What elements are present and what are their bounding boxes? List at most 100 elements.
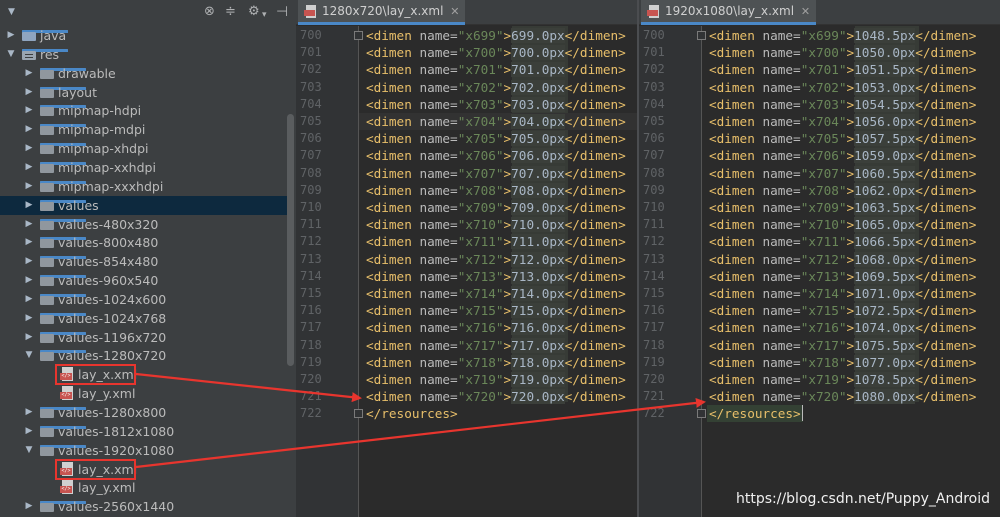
tree-folder-item[interactable]: ▶ layout [0, 83, 294, 102]
code-line: <dimen name="x720">1080.0px</dimen> [709, 389, 977, 405]
line-number: 700 [300, 28, 322, 42]
gear-icon[interactable]: ⚙ [248, 4, 260, 20]
expand-arrow-icon[interactable]: ▼ [5, 45, 17, 64]
folder-icon [40, 293, 86, 305]
code-line: <dimen name="x706">706.0px</dimen> [366, 148, 626, 164]
folder-icon [40, 312, 86, 324]
line-number: 714 [300, 268, 322, 283]
expand-arrow-icon[interactable]: ▼ [23, 346, 35, 365]
tree-folder-item[interactable]: ▼ values-1280x720 [0, 346, 294, 365]
code-line: <dimen name="x704">704.0px</dimen> [366, 114, 626, 129]
tree-folder-item[interactable]: ▼ values-1920x1080 [0, 441, 294, 460]
code-line: <dimen name="x708">1062.0px</dimen> [709, 182, 977, 198]
editor-right-tabbar: 1920x1080\lay_x.xml ✕ [639, 0, 1000, 25]
folder-icon [40, 350, 86, 362]
tree-scrollbar[interactable] [287, 114, 294, 366]
expand-arrow-icon[interactable]: ▼ [23, 441, 35, 460]
view-dropdown-icon[interactable]: ▼ [8, 7, 15, 17]
collapse-arrow-icon[interactable]: ▶ [23, 215, 35, 234]
collapse-arrow-icon[interactable]: ▶ [23, 252, 35, 271]
tree-folder-item[interactable]: ▶ values-1280x800 [0, 403, 294, 422]
xml-file-icon [647, 5, 660, 19]
code-line: <dimen name="x719">1078.5px</dimen> [709, 372, 977, 387]
tree-folder-item[interactable]: ▶ values-1024x600 [0, 290, 294, 309]
locate-icon[interactable]: ⊗ [204, 4, 215, 20]
line-number: 719 [643, 354, 665, 369]
collapse-arrow-icon[interactable]: ▶ [23, 422, 35, 441]
collapse-arrow-icon[interactable]: ▶ [23, 64, 35, 83]
tree-folder-item[interactable]: ▶ drawable [0, 64, 294, 83]
code-line: <dimen name="x712">712.0px</dimen> [366, 251, 626, 267]
collapse-arrow-icon[interactable]: ▶ [23, 196, 35, 215]
tree-folder-item[interactable]: ▶ mipmap-mdpi [0, 120, 294, 139]
tree-folder-item[interactable]: ▶ mipmap-hdpi [0, 101, 294, 120]
code-line: <dimen name="x709">1063.5px</dimen> [709, 200, 977, 215]
collapse-arrow-icon[interactable]: ▶ [23, 120, 35, 139]
collapse-arrow-icon[interactable]: ▶ [23, 233, 35, 252]
collapse-arrow-icon[interactable]: ▶ [23, 101, 35, 120]
collapse-arrow-icon[interactable]: ▶ [23, 328, 35, 347]
tree-folder-item[interactable]: ▶ values-480x320 [0, 215, 294, 234]
fold-marker-icon[interactable] [697, 409, 706, 419]
tree-file-item[interactable]: </> lay_x.xml [0, 364, 294, 386]
code-line: <dimen name="x699">699.0px</dimen> [366, 28, 626, 43]
code-line: <dimen name="x714">1071.0px</dimen> [709, 286, 977, 301]
tree-folder-item[interactable]: ▶ values-854x480 [0, 252, 294, 271]
code-line: <dimen name="x717">1075.5px</dimen> [709, 337, 977, 353]
close-icon[interactable]: ✕ [801, 0, 810, 23]
tree-item-label: layout [58, 84, 98, 100]
gear-dropdown-icon[interactable]: ▾ [262, 7, 267, 23]
tree-folder-item[interactable]: ▶ java [0, 26, 294, 45]
fold-marker-icon[interactable] [354, 31, 363, 40]
tree-folder-item[interactable]: ▶ values-2560x1440 [0, 497, 294, 516]
tree-folder-item[interactable]: ▶ mipmap-xhdpi [0, 139, 294, 158]
collapse-arrow-icon[interactable]: ▶ [5, 26, 17, 45]
code-line: <dimen name="x712">1068.0px</dimen> [709, 251, 977, 267]
code-line: <dimen name="x707">1060.5px</dimen> [709, 165, 977, 181]
tree-folder-item[interactable]: ▶ values-960x540 [0, 271, 294, 290]
collapse-arrow-icon[interactable]: ▶ [23, 177, 35, 196]
line-number: 721 [300, 389, 322, 404]
close-icon[interactable]: ✕ [450, 0, 459, 23]
line-number: 701 [643, 45, 665, 60]
line-number: 708 [300, 165, 322, 180]
collapse-arrow-icon[interactable]: ▶ [23, 158, 35, 177]
tree-folder-item[interactable]: ▶ values [0, 195, 294, 215]
collapse-arrow-icon[interactable]: ▶ [23, 139, 35, 158]
tree-folder-item[interactable]: ▶ mipmap-xxhdpi [0, 158, 294, 177]
line-number: 720 [643, 372, 665, 386]
tree-folder-item[interactable]: ▶ values-1196x720 [0, 328, 294, 347]
code-line: <dimen name="x702">1053.0px</dimen> [709, 79, 977, 95]
line-number: 717 [300, 320, 322, 335]
code-line: <dimen name="x720">720.0px</dimen> [366, 389, 626, 405]
folder-icon [40, 161, 86, 173]
line-number: 702 [300, 62, 322, 77]
tree-folder-item[interactable]: ▶ values-1024x768 [0, 309, 294, 328]
tree-folder-item[interactable]: ▶ values-800x480 [0, 233, 294, 252]
tree-file-item[interactable]: </> lay_y.xml [0, 478, 294, 497]
collapse-arrow-icon[interactable]: ▶ [23, 83, 35, 102]
highlight-box [55, 458, 136, 480]
tree-item-label: values-1196x720 [58, 329, 167, 345]
collapse-all-icon[interactable]: ≑ [225, 4, 236, 20]
line-number: 712 [643, 234, 665, 249]
hide-panel-icon[interactable]: ⊣ [276, 4, 288, 20]
collapse-arrow-icon[interactable]: ▶ [23, 309, 35, 328]
line-number: 722 [300, 406, 322, 421]
tree-folder-item[interactable]: ▼ res [0, 45, 294, 64]
line-number: 722 [643, 406, 665, 421]
tree-folder-item[interactable]: ▶ values-1812x1080 [0, 422, 294, 441]
tab-1920x1080-lay-x[interactable]: 1920x1080\lay_x.xml ✕ [641, 0, 817, 25]
tab-1280x720-lay-x[interactable]: 1280x720\lay_x.xml ✕ [298, 0, 466, 25]
tree-file-item[interactable]: </> lay_y.xml [0, 384, 294, 403]
tree-file-item[interactable]: </> lay_x.xml [0, 458, 294, 480]
fold-marker-icon[interactable] [697, 31, 706, 40]
collapse-arrow-icon[interactable]: ▶ [23, 290, 35, 309]
collapse-arrow-icon[interactable]: ▶ [23, 497, 35, 516]
collapse-arrow-icon[interactable]: ▶ [23, 403, 35, 422]
tree-folder-item[interactable]: ▶ mipmap-xxxhdpi [0, 177, 294, 196]
fold-marker-icon[interactable] [354, 409, 363, 419]
line-number: 702 [643, 62, 665, 77]
collapse-arrow-icon[interactable]: ▶ [23, 271, 35, 290]
line-number: 712 [300, 234, 322, 249]
